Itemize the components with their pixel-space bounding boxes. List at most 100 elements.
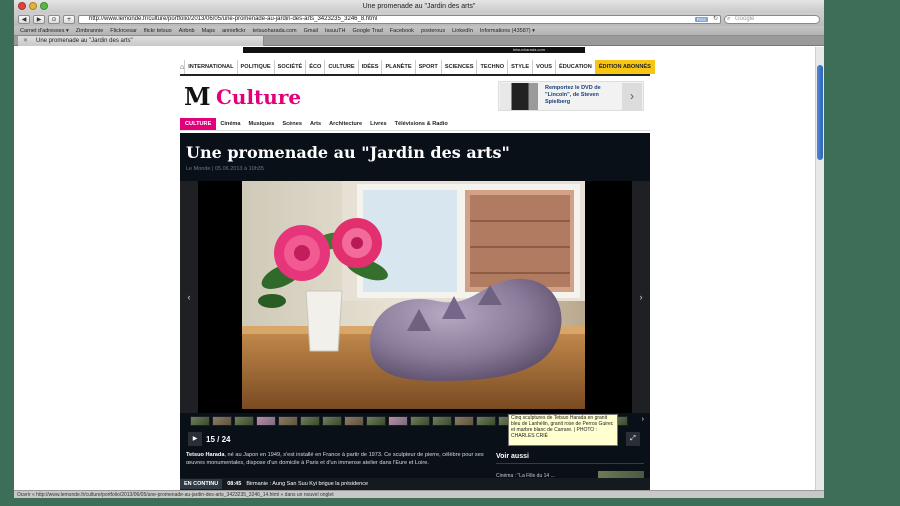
- bookmark-item[interactable]: Carnet d'adresses ▾: [20, 28, 69, 34]
- gallery-thumbnail[interactable]: [388, 416, 408, 426]
- gallery-thumbnail[interactable]: [256, 416, 276, 426]
- promo-text: Remportez le DVD de "Lincoln", de Steven…: [545, 85, 601, 105]
- gallery-thumbnail[interactable]: [300, 416, 320, 426]
- window-title: Une promenade au "Jardin des arts": [362, 3, 476, 10]
- gallery-thumbnail[interactable]: [278, 416, 298, 426]
- vertical-scrollbar[interactable]: [815, 47, 824, 490]
- bookmark-item[interactable]: Airbnb: [179, 28, 195, 34]
- bookmark-item[interactable]: Facebook: [390, 28, 414, 34]
- gallery-thumbnail[interactable]: [190, 416, 210, 426]
- nav-item[interactable]: SCIENCES: [440, 60, 477, 74]
- bookmarks-bar: Carnet d'adresses ▾ Zimbrannie Flickrcesar…: [14, 26, 824, 36]
- nav-item[interactable]: SPORT: [414, 60, 441, 74]
- nav-item[interactable]: VOUS: [532, 60, 555, 74]
- photo-counter: 15 / 24: [206, 435, 231, 444]
- gallery-thumbnail[interactable]: [454, 416, 474, 426]
- bookmark-item[interactable]: Gmail: [304, 28, 318, 34]
- back-button[interactable]: ◀: [18, 15, 30, 24]
- rss-icon[interactable]: RSS: [694, 17, 708, 22]
- voir-aussi-heading: Voir aussi: [496, 453, 529, 460]
- photo-gallery: ‹ ›: [180, 181, 650, 413]
- status-bar: Ouvrir « http://www.lemonde.fr/culture/p…: [14, 490, 824, 498]
- nav-item[interactable]: POLITIQUE: [236, 60, 274, 74]
- bookmark-item[interactable]: IssuuTH: [325, 28, 345, 34]
- previous-photo-button[interactable]: ‹: [180, 181, 198, 413]
- bookmark-item[interactable]: Maps: [202, 28, 215, 34]
- bookmark-item[interactable]: flickr tetsuo: [144, 28, 172, 34]
- tab-bar: ✕ Une promenade au "Jardin des arts": [14, 36, 824, 46]
- ticker-headline[interactable]: Birmanie : Aung San Suu Kyi brigue la pr…: [246, 481, 368, 487]
- gallery-thumbnail[interactable]: [366, 416, 386, 426]
- forward-button[interactable]: ▶: [33, 15, 45, 24]
- address-bar[interactable]: http://www.lemonde.fr/culture/portfolio/…: [78, 15, 721, 24]
- tab-jardin-des-arts[interactable]: ✕ Une promenade au "Jardin des arts": [18, 36, 264, 46]
- next-photo-button[interactable]: ›: [632, 181, 650, 413]
- nav-item[interactable]: SOCIÉTÉ: [273, 60, 306, 74]
- url-text: http://www.lemonde.fr/culture/portfolio/…: [89, 16, 378, 22]
- gallery-thumbnail[interactable]: [212, 416, 232, 426]
- bookmark-item[interactable]: Flickrcesar: [110, 28, 137, 34]
- bookmark-item[interactable]: tetsuoharada.com: [253, 28, 297, 34]
- gallery-photo[interactable]: [242, 181, 585, 409]
- nav-item[interactable]: INTERNATIONAL: [184, 60, 236, 74]
- fullscreen-icon[interactable]: ⤢: [626, 432, 640, 446]
- gallery-thumbnail[interactable]: [432, 416, 452, 426]
- news-ticker[interactable]: EN CONTINU 08:45 Birmanie : Aung San Suu…: [180, 478, 650, 490]
- top-ad-banner[interactable]: tetsuoharada.com: [243, 47, 585, 53]
- thumbnail-tooltip: Cinq sculptures de Tetsuo Harada en gran…: [508, 414, 618, 446]
- gallery-thumbnail[interactable]: [476, 416, 496, 426]
- nav-item[interactable]: CULTURE: [324, 60, 357, 74]
- chevron-right-icon[interactable]: ›: [622, 83, 642, 110]
- browser-toolbar: ◀ ▶ ⊙ + http://www.lemonde.fr/culture/po…: [14, 13, 824, 26]
- history-button[interactable]: ⊙: [48, 15, 60, 24]
- close-tab-icon[interactable]: ✕: [23, 36, 28, 46]
- window-controls: [18, 2, 48, 10]
- le-monde-logo[interactable]: M: [184, 85, 211, 109]
- section-title[interactable]: Culture: [216, 84, 301, 110]
- nav-item[interactable]: TECHNO: [476, 60, 507, 74]
- bookmark-item[interactable]: Informations (43587) ▾: [480, 28, 535, 34]
- subnav-item[interactable]: Télévisions & Radio: [391, 118, 452, 130]
- search-field[interactable]: ⌕ Google: [724, 15, 820, 24]
- zoom-window-button[interactable]: [40, 2, 48, 10]
- sculpture-photo-illustration: [242, 181, 585, 409]
- bookmark-item[interactable]: Zimbrannie: [76, 28, 104, 34]
- ticker-time: 08:45: [227, 481, 242, 487]
- gallery-thumbnail[interactable]: [234, 416, 254, 426]
- subnav-item[interactable]: Livres: [366, 118, 390, 130]
- nav-item[interactable]: IDÉES: [357, 60, 382, 74]
- ticker-tag: EN CONTINU: [180, 479, 223, 489]
- nav-item[interactable]: ÉCO: [305, 60, 324, 74]
- subnav-item[interactable]: Scènes: [278, 118, 306, 130]
- subnav-item[interactable]: Musiques: [245, 118, 279, 130]
- gallery-thumbnail[interactable]: [410, 416, 430, 426]
- play-button[interactable]: ▶: [188, 432, 202, 446]
- subnav-item[interactable]: Arts: [306, 118, 325, 130]
- page-viewport: tetsuoharada.com ⌂ INTERNATIONAL POLITIQU…: [14, 47, 815, 490]
- bookmark-item[interactable]: posterous: [421, 28, 445, 34]
- minimize-window-button[interactable]: [29, 2, 37, 10]
- nav-item[interactable]: STYLE: [507, 60, 532, 74]
- bookmark-item[interactable]: Google Trad: [353, 28, 383, 34]
- reload-icon[interactable]: ↻: [713, 16, 718, 23]
- thumbnails-next-icon[interactable]: ›: [642, 416, 644, 423]
- gallery-thumbnail[interactable]: [344, 416, 364, 426]
- close-window-button[interactable]: [18, 2, 26, 10]
- photo-caption: Tetsuo Harada, né au Japon en 1949, s'es…: [186, 451, 486, 467]
- add-bookmark-button[interactable]: +: [63, 15, 75, 24]
- subnav-item[interactable]: Architecture: [325, 118, 366, 130]
- subnav-current-culture[interactable]: CULTURE: [180, 118, 217, 130]
- subnav-item[interactable]: Cinéma: [216, 118, 244, 130]
- nav-item[interactable]: ÉDUCATION: [554, 60, 595, 74]
- gallery-thumbnail[interactable]: [322, 416, 342, 426]
- bookmark-item[interactable]: LinkedIn: [452, 28, 473, 34]
- nav-item[interactable]: PLANÈTE: [381, 60, 414, 74]
- scrollbar-thumb[interactable]: [817, 65, 823, 160]
- culture-subnavigation: CULTURE Cinéma Musiques Scènes Arts Architec…: [180, 118, 650, 131]
- promo-box[interactable]: Remportez le DVD de "Lincoln", de Steven…: [498, 81, 644, 111]
- bookmark-item[interactable]: anniefickr: [222, 28, 246, 34]
- tab-label: Une promenade au "Jardin des arts": [36, 38, 133, 44]
- search-placeholder: Google: [735, 16, 755, 22]
- section-header: M Culture Remportez le DVD de "Lincoln",…: [180, 76, 650, 118]
- edition-abonnes-link[interactable]: ÉDITION ABONNÉS: [594, 60, 655, 74]
